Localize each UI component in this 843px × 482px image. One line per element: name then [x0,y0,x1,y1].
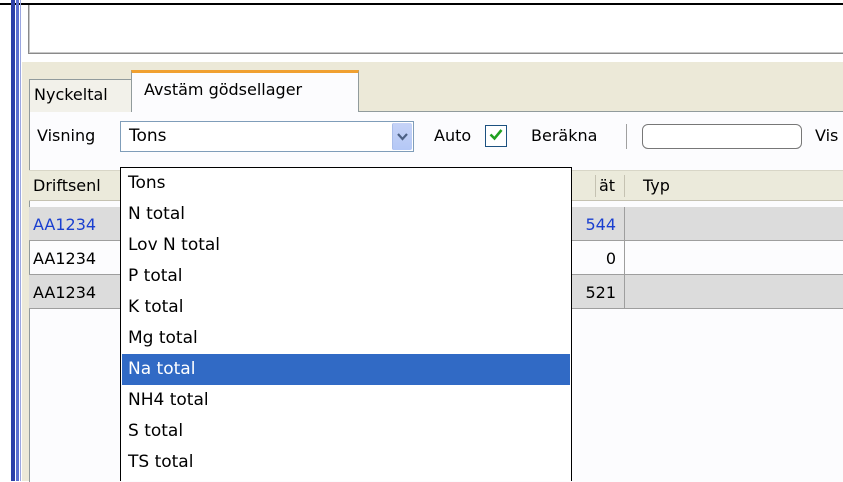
row-id: AA1234 [33,215,97,234]
dropdown-option-p-total[interactable]: P total [122,261,570,292]
checkmark-icon [489,128,503,145]
column-separator [624,275,625,308]
tab-nyckeltal[interactable]: Nyckeltal [29,79,132,112]
visning-combobox[interactable]: Tons [120,121,414,152]
dropdown-option-na-total[interactable]: Na total [122,354,570,385]
left-frame-bar-inner [16,0,19,481]
dropdown-option-tons[interactable]: Tons [122,168,570,199]
dropdown-option-s-total[interactable]: S total [122,416,570,447]
row-value: 521 [585,283,616,302]
row-value: 544 [585,215,616,234]
top-panel [28,5,843,54]
dropdown-option-mg-total[interactable]: Mg total [122,323,570,354]
column-separator [624,207,625,240]
visning-dropdown-list: Tons N total Lov N total P total K total… [120,167,572,481]
toolbar-text-field[interactable] [642,124,802,149]
header-typ[interactable]: Typ [643,176,670,195]
auto-checkbox[interactable] [485,125,507,147]
row-id: AA1234 [33,249,97,268]
header-separator [624,175,625,197]
auto-label: Auto [434,126,472,145]
row-value: 0 [605,249,616,268]
berakna-label[interactable]: Beräkna [531,126,597,145]
combobox-value: Tons [129,126,167,146]
left-frame-bar [11,0,15,481]
chevron-down-icon[interactable] [392,123,412,150]
tab-avstam-godsellager[interactable]: Avstäm gödsellager [131,70,359,112]
toolbar-separator [626,124,627,149]
vis-label: Vis [815,126,839,145]
visning-label: Visning [37,126,96,145]
dropdown-option-n-total[interactable]: N total [122,199,570,230]
column-separator [624,241,625,274]
dropdown-option-k-total[interactable]: K total [122,292,570,323]
header-separator [595,175,596,197]
left-frame-bar-edge [20,0,21,481]
dropdown-option-lov-n-total[interactable]: Lov N total [122,230,570,261]
header-amount[interactable]: ät [599,176,615,195]
header-driftsenhet[interactable]: Driftsenl [33,176,101,195]
dropdown-option-nh4-total[interactable]: NH4 total [122,385,570,416]
row-id: AA1234 [33,283,97,302]
dropdown-option-ts-total[interactable]: TS total [122,447,570,478]
